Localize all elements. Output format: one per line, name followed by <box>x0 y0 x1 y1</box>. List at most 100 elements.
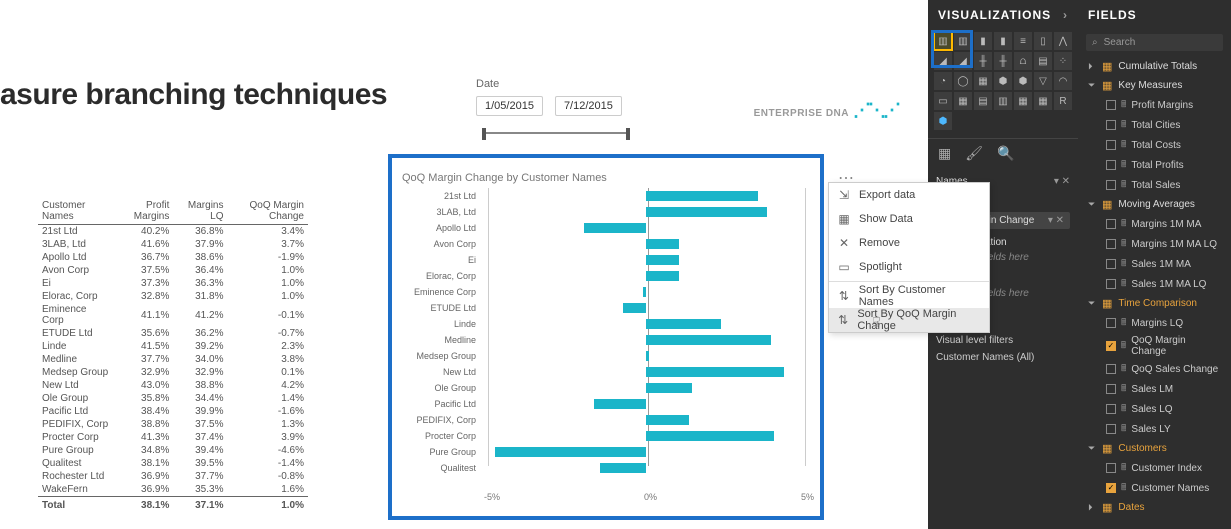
viz-line-clustered[interactable]: ╫ <box>994 52 1012 70</box>
viz-filled-map[interactable]: ⬢ <box>1014 72 1032 90</box>
slider-handle-right[interactable] <box>626 128 630 140</box>
viz-card[interactable]: ▭ <box>934 92 952 110</box>
table-row[interactable]: Medsep Group32.9%32.9%0.1% <box>38 366 308 379</box>
field-sales-lq[interactable]: 🖩Sales LQ <box>1082 399 1227 419</box>
fields-search[interactable]: ⌕ Search <box>1086 34 1223 51</box>
viz-line-column[interactable]: ╫ <box>974 52 992 70</box>
chart-bar[interactable] <box>495 447 646 457</box>
checkbox-icon[interactable] <box>1106 219 1116 229</box>
checkbox-icon[interactable] <box>1106 279 1116 289</box>
date-slider[interactable] <box>476 128 636 138</box>
margins-table[interactable]: Customer NamesProfit MarginsMargins LQQo… <box>38 198 308 512</box>
viz-waterfall[interactable]: ▤ <box>1034 52 1052 70</box>
table-header[interactable]: QoQ Margin Change <box>227 198 308 225</box>
table-row[interactable]: Elorac, Corp32.8%31.8%1.0% <box>38 290 308 303</box>
viz-100-column[interactable]: ▯ <box>1034 32 1052 50</box>
field-table-key-measures[interactable]: ⏷▦Key Measures <box>1082 76 1227 95</box>
table-row[interactable]: 21st Ltd40.2%36.8%3.4% <box>38 225 308 239</box>
clear-axis-icon[interactable]: ▾ ✕ <box>1054 176 1070 187</box>
viz-slicer[interactable]: ▥ <box>994 92 1012 110</box>
field-table-dates[interactable]: ⏵▦Dates <box>1082 498 1227 517</box>
table-row[interactable]: Qualitest38.1%39.5%-1.4% <box>38 457 308 470</box>
filter-customer-names[interactable]: Customer Names (All) <box>936 348 1070 367</box>
table-row[interactable]: Eminence Corp41.1%41.2%-0.1% <box>38 303 308 327</box>
table-row[interactable]: PEDIFIX, Corp38.8%37.5%1.3% <box>38 418 308 431</box>
chart-bar[interactable] <box>646 383 692 393</box>
viz-treemap[interactable]: ▦ <box>974 72 992 90</box>
table-row[interactable]: 3LAB, Ltd41.6%37.9%3.7% <box>38 238 308 251</box>
checkbox-icon[interactable] <box>1106 384 1116 394</box>
field-sales-1m-ma-lq[interactable]: 🖩Sales 1M MA LQ <box>1082 274 1227 294</box>
chart-bar-row[interactable]: Qualitest <box>402 460 810 476</box>
field-margins-1m-ma[interactable]: 🖩Margins 1M MA <box>1082 214 1227 234</box>
table-row[interactable]: Ei37.3%36.3%1.0% <box>38 277 308 290</box>
checkbox-icon[interactable]: ✓ <box>1106 483 1116 493</box>
field-total-cities[interactable]: 🖩Total Cities <box>1082 115 1227 135</box>
field-qoq-margin-change[interactable]: ✓🖩QoQ Margin Change <box>1082 333 1227 359</box>
menu-show-data[interactable]: ▦Show Data <box>829 207 989 231</box>
viz-multi-card[interactable]: ▦ <box>954 92 972 110</box>
field-total-costs[interactable]: 🖩Total Costs <box>1082 135 1227 155</box>
date-slicer[interactable]: Date 1/05/2015 7/12/2015 <box>476 78 636 138</box>
checkbox-icon[interactable] <box>1106 404 1116 414</box>
menu-spotlight[interactable]: ▭Spotlight <box>829 255 989 279</box>
chart-bar[interactable] <box>594 399 646 409</box>
viz-map[interactable]: ⬢ <box>994 72 1012 90</box>
viz-pie[interactable]: ◔ <box>934 72 952 90</box>
field-table-time-comparison[interactable]: ⏷▦Time Comparison <box>1082 294 1227 313</box>
field-table-cumulative-totals[interactable]: ⏵▦Cumulative Totals <box>1082 57 1227 76</box>
chart-bar[interactable] <box>646 415 689 425</box>
viz-matrix[interactable]: ▦ <box>1034 92 1052 110</box>
chart-bar[interactable] <box>646 271 679 281</box>
checkbox-icon[interactable] <box>1106 160 1116 170</box>
qoq-bar-chart[interactable]: QoQ Margin Change by Customer Names 21st… <box>388 154 824 520</box>
chart-bar[interactable] <box>646 367 784 377</box>
checkbox-icon[interactable] <box>1106 100 1116 110</box>
checkbox-icon[interactable] <box>1106 239 1116 249</box>
chart-bar[interactable] <box>623 303 646 313</box>
analytics-tab-icon[interactable]: 🔍 <box>997 145 1014 162</box>
field-total-sales[interactable]: 🖩Total Sales <box>1082 175 1227 195</box>
checkbox-icon[interactable] <box>1106 140 1116 150</box>
table-row[interactable]: Pure Group34.8%39.4%-4.6% <box>38 444 308 457</box>
chart-bar[interactable] <box>646 191 758 201</box>
chart-bar[interactable] <box>646 351 649 361</box>
field-table-moving-averages[interactable]: ⏷▦Moving Averages <box>1082 195 1227 214</box>
field-qoq-sales-change[interactable]: 🖩QoQ Sales Change <box>1082 359 1227 379</box>
viz-arcgis[interactable]: ⬢ <box>934 112 952 130</box>
table-row[interactable]: WakeFern36.9%35.3%1.6% <box>38 483 308 497</box>
checkbox-icon[interactable]: ✓ <box>1106 341 1116 351</box>
format-tab-icon[interactable]: 🖌 <box>965 145 983 162</box>
fields-tab-icon[interactable]: ▦ <box>938 145 951 162</box>
date-to-input[interactable]: 7/12/2015 <box>555 96 622 116</box>
chart-bar[interactable] <box>646 319 721 329</box>
field-margins-1m-ma-lq[interactable]: 🖩Margins 1M MA LQ <box>1082 234 1227 254</box>
chart-bar[interactable] <box>600 463 646 473</box>
chart-bar[interactable] <box>646 239 679 249</box>
chart-bar[interactable] <box>646 255 679 265</box>
viz-gauge[interactable]: ◠ <box>1054 72 1072 90</box>
viz-funnel[interactable]: ▽ <box>1034 72 1052 90</box>
field-profit-margins[interactable]: 🖩Profit Margins <box>1082 95 1227 115</box>
table-header[interactable]: Profit Margins <box>113 198 174 225</box>
checkbox-icon[interactable] <box>1106 424 1116 434</box>
chart-bar[interactable] <box>646 431 774 441</box>
field-sales-lm[interactable]: 🖩Sales LM <box>1082 379 1227 399</box>
date-from-input[interactable]: 1/05/2015 <box>476 96 543 116</box>
viz-donut[interactable]: ◯ <box>954 72 972 90</box>
checkbox-icon[interactable] <box>1106 259 1116 269</box>
viz-ribbon[interactable]: ⩍ <box>1014 52 1032 70</box>
menu-sort-customer[interactable]: ⇅Sort By Customer Names <box>829 284 989 308</box>
table-row[interactable]: New Ltd43.0%38.8%4.2% <box>38 379 308 392</box>
checkbox-icon[interactable] <box>1106 180 1116 190</box>
checkbox-icon[interactable] <box>1106 318 1116 328</box>
viz-table[interactable]: ▦ <box>1014 92 1032 110</box>
field-customer-index[interactable]: 🖩Customer Index <box>1082 458 1227 478</box>
menu-sort-qoq[interactable]: ⇅Sort By QoQ Margin Change <box>829 308 989 332</box>
viz-stacked-column[interactable]: ▮ <box>974 32 992 50</box>
chart-bar[interactable] <box>643 287 646 297</box>
table-row[interactable]: Pacific Ltd38.4%39.9%-1.6% <box>38 405 308 418</box>
checkbox-icon[interactable] <box>1106 364 1116 374</box>
viz-line[interactable]: ⋀ <box>1054 32 1072 50</box>
table-row[interactable]: ETUDE Ltd35.6%36.2%-0.7% <box>38 327 308 340</box>
